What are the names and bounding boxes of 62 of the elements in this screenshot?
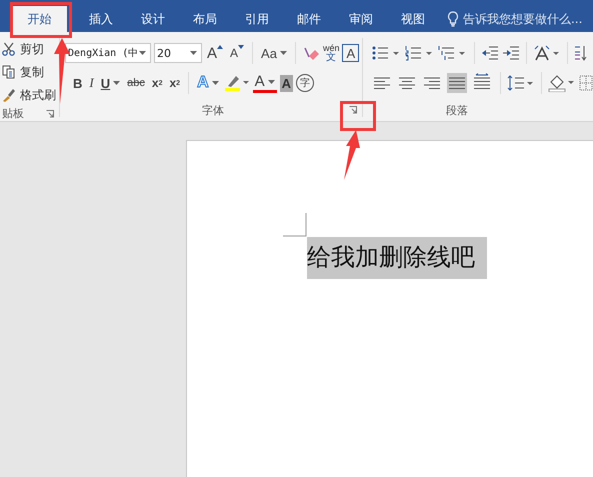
line-spacing-icon[interactable] (506, 75, 535, 91)
numbered-list-icon[interactable] (404, 45, 435, 61)
superscript-button[interactable]: x$^{2}$ (167, 72, 182, 94)
ribbon-tab[interactable]: 邮件 (282, 6, 335, 32)
up-triangle-icon (217, 45, 224, 49)
bold-button[interactable]: B (71, 72, 84, 94)
pointer-arrow (54, 38, 70, 104)
ribbon-tab[interactable]: 插入 (74, 6, 127, 32)
ribbon-tab[interactable]: 审阅 (334, 6, 387, 32)
paintbrush-icon (2, 88, 16, 102)
ribbon-tab[interactable]: 设计 (126, 6, 179, 32)
pointer-arrow (342, 130, 360, 180)
text-direction-icon[interactable] (532, 45, 561, 61)
italic-button[interactable]: I (87, 72, 96, 94)
caret-icon (280, 51, 287, 55)
highlight-box (340, 101, 376, 131)
tell-me-search[interactable]: 告诉我您想要做什么... (446, 6, 593, 32)
highlight-box (10, 2, 72, 38)
clipboard-button[interactable]: 复制 (0, 61, 44, 83)
paint-bucket-icon[interactable] (548, 74, 576, 92)
change-case-button[interactable]: Aa (259, 42, 289, 64)
enclose-characters-button[interactable]: 字 (296, 74, 314, 92)
document-text: 给我加删除线吧 (307, 237, 487, 279)
align-button[interactable] (446, 73, 467, 93)
ribbon-tab[interactable]: 布局 (178, 6, 231, 32)
font-size-dropdown[interactable]: 20 (154, 43, 202, 63)
highlighter-icon[interactable] (224, 74, 250, 92)
group-label: 字体 (202, 102, 224, 118)
font-name-dropdown[interactable]: DengXian (中 (65, 43, 152, 63)
caret-icon (113, 81, 120, 85)
shrink-font-button[interactable]: A (228, 42, 246, 64)
eraser-icon[interactable] (302, 45, 320, 61)
caret-icon (139, 51, 146, 55)
borders-icon[interactable] (578, 75, 593, 91)
multilevel-list-icon[interactable] (438, 45, 468, 61)
dialog-launcher-icon[interactable] (349, 106, 358, 114)
underline-button[interactable]: U (98, 72, 122, 94)
ribbon-tab[interactable]: 引用 (230, 6, 283, 32)
caret-icon (212, 81, 219, 85)
lightbulb-icon (446, 11, 459, 27)
dialog-launcher-icon[interactable] (46, 110, 54, 118)
ribbon-tab[interactable]: 视图 (386, 6, 439, 32)
sort-icon[interactable] (574, 45, 588, 61)
bullet-list-icon[interactable] (372, 45, 402, 61)
group-label: 段落 (446, 102, 468, 118)
group-label: 贴板 (2, 106, 24, 121)
character-border-button[interactable]: A (342, 44, 360, 62)
character-shading-button[interactable]: A (280, 74, 294, 92)
caret-icon (268, 80, 275, 84)
caret-icon (190, 51, 198, 55)
phonetic-guide-button[interactable]: wén 文 (322, 42, 340, 64)
clipboard-button[interactable]: 格式刷 (0, 84, 56, 106)
decrease-indent-icon[interactable] (480, 45, 499, 61)
font-color-button[interactable]: A (252, 74, 277, 92)
increase-indent-icon[interactable] (502, 45, 520, 61)
clipboard-button[interactable]: 剪切 (0, 38, 44, 60)
scissors-icon (2, 42, 16, 56)
ribbon-tab[interactable]: 开始 (12, 6, 67, 32)
margin-corner-mark (283, 213, 307, 237)
grow-font-button[interactable]: A (205, 42, 226, 64)
down-triangle-icon (238, 45, 244, 49)
strikethrough-button[interactable]: abc (125, 72, 147, 94)
